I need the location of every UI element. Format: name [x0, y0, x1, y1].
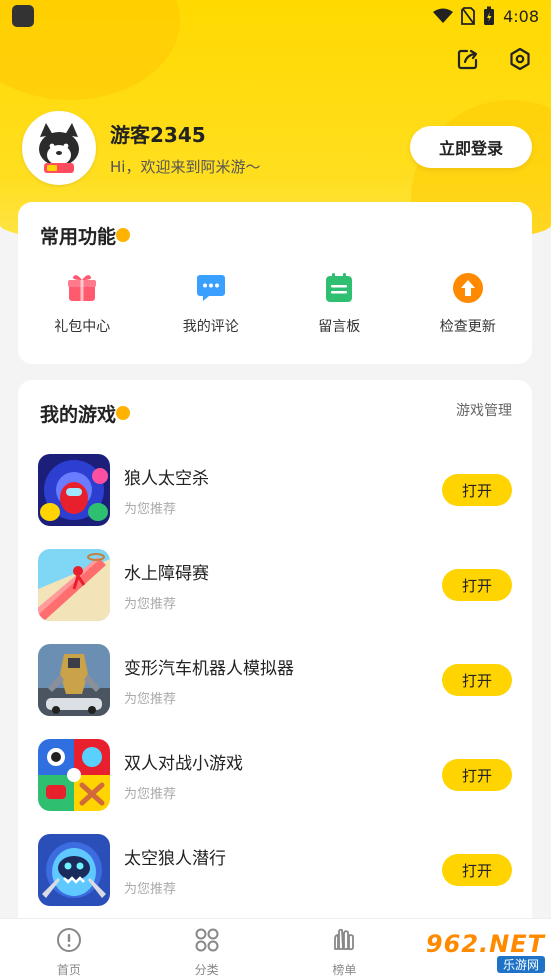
gift-icon	[66, 272, 98, 304]
watermark-logo: 962.NET	[425, 929, 545, 958]
sim-icon	[461, 7, 475, 25]
game-name: 水上障碍赛	[124, 564, 209, 584]
tab-ranking[interactable]: 榜单	[276, 919, 414, 979]
game-row[interactable]: 水上障碍赛 为您推荐 打开	[38, 549, 512, 621]
category-icon	[194, 927, 220, 957]
comment-icon	[195, 272, 227, 304]
func-label: 我的评论	[182, 319, 239, 335]
battery-icon	[483, 6, 495, 26]
title-dot-icon	[116, 406, 131, 420]
common-functions-card: 常用功能 礼包中心 我的评论 留言板 检查更新	[18, 202, 532, 364]
func-label: 礼包中心	[54, 319, 111, 335]
share-icon[interactable]	[453, 44, 483, 74]
game-thumbnail[interactable]	[38, 549, 110, 621]
game-name: 狼人太空杀	[124, 469, 209, 489]
tab-label: 分类	[194, 963, 219, 977]
open-game-button[interactable]: 打开	[442, 759, 512, 791]
section-title-functions: 常用功能	[40, 222, 131, 249]
wifi-icon	[433, 8, 454, 24]
game-name: 变形汽车机器人模拟器	[124, 659, 294, 679]
app-notification-icon	[12, 5, 34, 27]
ranking-icon	[331, 927, 357, 957]
game-row[interactable]: 双人对战小游戏 为您推荐 打开	[38, 739, 512, 811]
site-watermark: 962.NET 乐游网	[407, 928, 545, 974]
login-button[interactable]: 立即登录	[410, 126, 532, 168]
my-games-card: 我的游戏 游戏管理 狼人太空杀 为您推荐 打开 水上障碍赛 为您推荐 打开 变形…	[18, 380, 532, 940]
update-icon	[452, 272, 484, 304]
settings-icon[interactable]	[505, 44, 535, 74]
game-thumbnail[interactable]	[38, 834, 110, 906]
game-row[interactable]: 狼人太空杀 为您推荐 打开	[38, 454, 512, 526]
username: 游客2345	[110, 123, 206, 147]
avatar[interactable]	[22, 111, 96, 185]
game-subtitle: 为您推荐	[124, 692, 177, 707]
game-name: 双人对战小游戏	[124, 754, 243, 774]
game-manage-link[interactable]: 游戏管理	[456, 400, 512, 420]
func-label: 留言板	[318, 319, 361, 335]
game-thumbnail[interactable]	[38, 454, 110, 526]
functions-title-text: 常用功能	[40, 226, 117, 248]
home-icon	[56, 927, 82, 957]
open-game-button[interactable]: 打开	[442, 569, 512, 601]
section-title-games: 我的游戏	[40, 400, 131, 427]
status-time: 4:08	[503, 6, 539, 26]
func-message-board[interactable]: 留言板	[275, 272, 404, 336]
message-board-icon	[323, 272, 355, 304]
open-game-button[interactable]: 打开	[442, 474, 512, 506]
game-subtitle: 为您推荐	[124, 502, 177, 517]
profile-section: 游客2345 Hi，欢迎来到阿米游～ 立即登录	[22, 110, 532, 186]
game-subtitle: 为您推荐	[124, 882, 177, 897]
game-thumbnail[interactable]	[38, 644, 110, 716]
games-title-text: 我的游戏	[40, 404, 117, 426]
tab-label: 首页	[56, 963, 81, 977]
func-gift-center[interactable]: 礼包中心	[18, 272, 147, 336]
game-subtitle: 为您推荐	[124, 787, 177, 802]
tab-category[interactable]: 分类	[138, 919, 276, 979]
game-row[interactable]: 太空狼人潜行 为您推荐 打开	[38, 834, 512, 906]
game-thumbnail[interactable]	[38, 739, 110, 811]
func-my-comments[interactable]: 我的评论	[147, 272, 276, 336]
game-row[interactable]: 变形汽车机器人模拟器 为您推荐 打开	[38, 644, 512, 716]
func-check-update[interactable]: 检查更新	[404, 272, 533, 336]
tab-home[interactable]: 首页	[0, 919, 138, 979]
title-dot-icon	[116, 228, 131, 242]
func-label: 检查更新	[439, 319, 496, 335]
game-subtitle: 为您推荐	[124, 597, 177, 612]
watermark-subtext: 乐游网	[496, 955, 545, 973]
tab-label: 榜单	[332, 963, 357, 977]
greeting-text: Hi，欢迎来到阿米游～	[110, 158, 261, 176]
status-bar: 4:08	[0, 0, 551, 32]
open-game-button[interactable]: 打开	[442, 664, 512, 696]
game-name: 太空狼人潜行	[124, 849, 226, 869]
open-game-button[interactable]: 打开	[442, 854, 512, 886]
